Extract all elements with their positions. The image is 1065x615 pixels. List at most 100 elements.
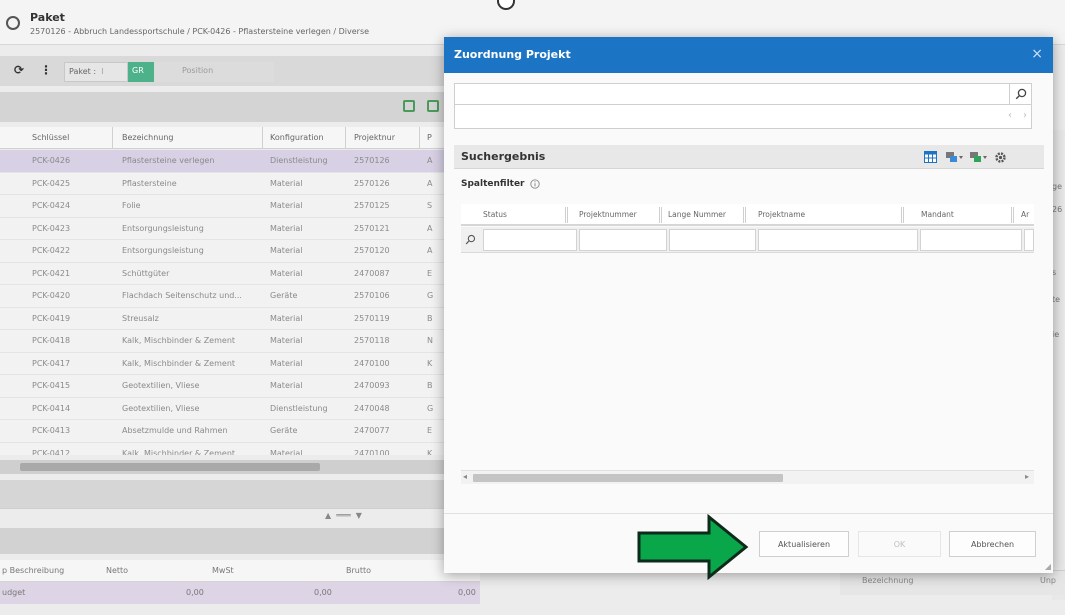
table-cell-key: PCK-0422 <box>32 246 71 255</box>
ok-button[interactable]: OK <box>858 531 941 557</box>
filter-ar-input[interactable] <box>1024 229 1034 251</box>
results-col-lange-nummer[interactable]: Lange Nummer <box>668 204 743 226</box>
settings-gear-icon[interactable] <box>994 150 1007 164</box>
table-cell-name: Schüttgüter <box>122 268 170 278</box>
table-row[interactable]: PCK-0413 Absetzmulde und Rahmen Geräte 2470… <box>0 420 445 443</box>
grid-col-p[interactable]: P <box>423 127 445 149</box>
scroll-left-icon[interactable]: ◂ <box>463 472 467 481</box>
table-cell-config: Material <box>270 246 303 255</box>
table-cell-name: Geotextilien, Vliese <box>122 381 200 390</box>
table-cell-project: 2470087 <box>354 268 390 278</box>
refresh-button[interactable]: Aktualisieren <box>759 531 849 557</box>
table-cell-name: Absetzmulde und Rahmen <box>122 426 228 435</box>
bottom-col-brutto[interactable]: Brutto <box>346 560 371 582</box>
table-cell-project: 2570119 <box>354 313 390 323</box>
column-resizer[interactable] <box>743 207 746 223</box>
export-menu-icon[interactable] <box>970 150 988 164</box>
bottom-col-netto[interactable]: Netto <box>106 560 128 582</box>
filter-projektnummer-input[interactable] <box>579 229 667 251</box>
results-col-ar[interactable]: Ar <box>1021 204 1035 226</box>
cancel-button[interactable]: Abbrechen <box>949 531 1036 557</box>
table-cell-p: K <box>427 358 433 368</box>
info-icon[interactable] <box>529 179 540 189</box>
refresh-icon[interactable]: ⟳ <box>14 63 24 77</box>
table-cell-name: Pflastersteine verlegen <box>122 156 215 165</box>
table-cell-config: Dienstleistung <box>270 403 328 413</box>
column-resizer[interactable] <box>901 207 904 223</box>
table-cell-config: Material <box>270 448 303 456</box>
results-col-projektnummer[interactable]: Projektnummer <box>579 204 659 226</box>
column-resizer[interactable] <box>565 207 568 223</box>
lower-toolbar <box>0 528 445 554</box>
table-cell-config: Material <box>270 381 303 390</box>
grid-col-project[interactable]: Projektnur <box>350 127 420 149</box>
table-row[interactable]: PCK-0423 Entsorgungsleistung Material 25701… <box>0 218 445 240</box>
grid-horizontal-scrollbar[interactable] <box>0 460 445 474</box>
paket-field[interactable]: Paket : ⁝ <box>64 62 128 82</box>
bottom-col-mwst[interactable]: MwSt <box>212 560 234 582</box>
scrollbar-thumb[interactable] <box>473 474 783 482</box>
table-row[interactable]: PCK-0419 Streusalz Material 2570119 B <box>0 308 445 330</box>
results-horizontal-scrollbar[interactable]: ◂ ▸ <box>461 470 1034 484</box>
table-row[interactable]: PCK-0415 Geotextilien, Vliese Material 2470… <box>0 375 445 398</box>
column-resizer[interactable] <box>659 207 662 223</box>
table-cell-p: A <box>427 178 433 188</box>
right-fragment: ie <box>1052 330 1060 339</box>
table-cell-project: 2470100 <box>354 358 390 368</box>
table-cell-p: S <box>427 201 433 210</box>
panel-splitter[interactable]: ▲ ═══ ▼ <box>0 508 445 522</box>
close-icon[interactable]: × <box>1031 46 1043 62</box>
results-header: Suchergebnis <box>454 145 1044 169</box>
results-col-projektname[interactable]: Projektname <box>758 204 898 226</box>
position-field[interactable]: Position <box>154 62 274 82</box>
table-row[interactable]: PCK-0420 Flachdach Seitenschutz und... Ger… <box>0 285 445 308</box>
grid-col-key[interactable]: Schlüssel <box>28 127 113 149</box>
table-row[interactable]: PCK-0417 Kalk, Mischbinder & Zement Materi… <box>0 353 445 375</box>
filter-projektname-input[interactable] <box>758 229 918 251</box>
table-row[interactable]: PCK-0414 Geotextilien, Vliese Dienstleistu… <box>0 398 445 420</box>
export-icon[interactable] <box>427 100 439 112</box>
right-col-bezeichnung[interactable]: Bezeichnung <box>862 576 914 585</box>
table-row[interactable]: PCK-0425 Pflastersteine Material 2570126 A <box>0 173 445 195</box>
more-vertical-icon[interactable]: ⋮ <box>40 63 52 77</box>
table-cell-project: 2570121 <box>354 223 390 233</box>
search-button[interactable] <box>1009 84 1031 104</box>
pager-prev-icon[interactable]: ‹ <box>1008 110 1012 121</box>
layout-menu-icon[interactable] <box>946 150 964 164</box>
results-col-mandant[interactable]: Mandant <box>921 204 1001 226</box>
filter-lange-nummer-input[interactable] <box>669 229 756 251</box>
table-cell-config: Material <box>270 223 303 233</box>
grid-col-config[interactable]: Konfiguration <box>266 127 346 149</box>
table-row[interactable]: PCK-0426 Pflastersteine verlegen Dienstlei… <box>0 150 445 173</box>
table-row[interactable]: PCK-0412 Kalk, Mischbinder & Zement Materi… <box>0 443 445 456</box>
table-cell-project: 2570118 <box>354 336 390 345</box>
scroll-right-icon[interactable]: ▸ <box>1025 472 1029 481</box>
dialog-title: Zuordnung Projekt <box>454 48 571 61</box>
results-col-status[interactable]: Status <box>483 204 563 226</box>
table-row[interactable]: PCK-0418 Kalk, Mischbinder & Zement Materi… <box>0 330 445 353</box>
table-cell-key: PCK-0425 <box>32 178 71 188</box>
table-cell-config: Material <box>270 201 303 210</box>
scrollbar-thumb[interactable] <box>20 463 320 471</box>
search-input[interactable] <box>457 86 997 102</box>
table-cell-p: G <box>427 291 434 300</box>
table-cell-key: PCK-0412 <box>32 448 71 456</box>
filter-status-input[interactable] <box>483 229 577 251</box>
filter-mandant-input[interactable] <box>920 229 1022 251</box>
table-cell-name: Geotextilien, Vliese <box>122 403 200 413</box>
table-cell-p: B <box>427 313 433 323</box>
table-row[interactable]: PCK-0421 Schüttgüter Material 2470087 E <box>0 263 445 285</box>
resize-grip-icon[interactable]: ◢ <box>1045 562 1051 571</box>
right-col-unp[interactable]: Unp <box>1040 576 1056 585</box>
table-row[interactable]: PCK-0422 Entsorgungsleistung Material 25701… <box>0 240 445 263</box>
bottom-grid-row[interactable]: udget 0,00 0,00 0,00 <box>0 582 480 604</box>
column-resizer[interactable] <box>1011 207 1014 223</box>
grid-col-name[interactable]: Bezeichnung <box>118 127 263 149</box>
table-icon[interactable] <box>924 150 937 164</box>
splitter-grip-icon[interactable]: ▲ ═══ ▼ <box>325 511 362 520</box>
add-row-icon[interactable] <box>403 100 415 112</box>
table-row[interactable]: PCK-0424 Folie Material 2570125 S <box>0 195 445 218</box>
bottom-col-description[interactable]: p Beschreibung <box>2 560 64 582</box>
paket-value-tag[interactable]: GR <box>128 62 154 82</box>
pager-next-icon[interactable]: › <box>1023 110 1027 121</box>
